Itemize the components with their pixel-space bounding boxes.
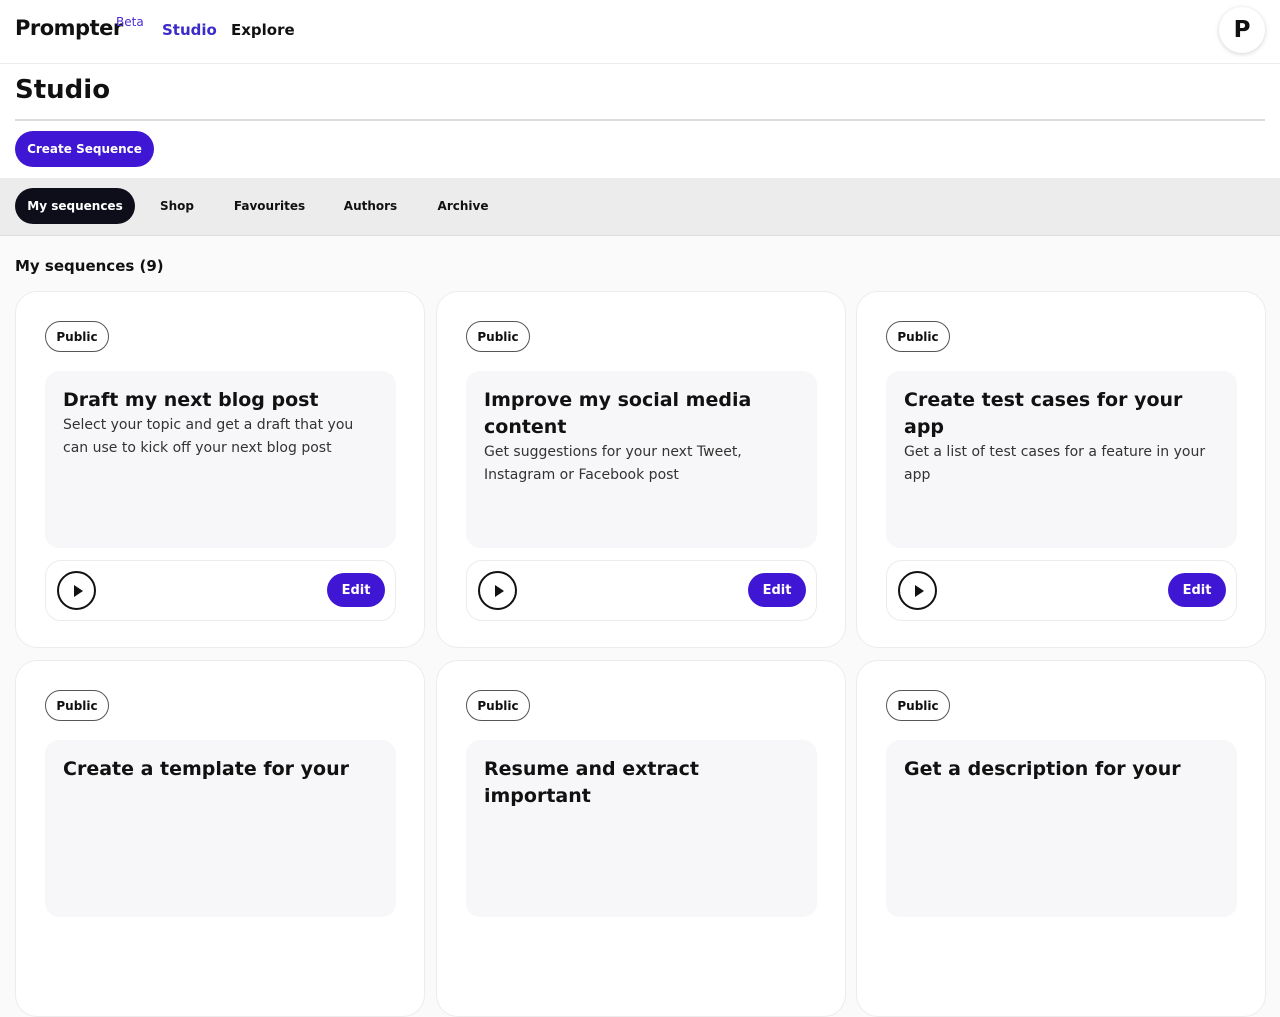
card-content: Improve my social media content Get sugg…: [466, 371, 817, 548]
card-title: Resume and extract important: [484, 758, 699, 807]
create-sequence-button[interactable]: Create Sequence: [15, 131, 154, 167]
visibility-badge: Public: [886, 690, 950, 721]
tab-favourites[interactable]: Favourites: [222, 188, 317, 224]
card-title: Create test cases for your app: [904, 389, 1183, 438]
card-actions: Edit: [886, 560, 1237, 621]
tab-shop[interactable]: Shop: [146, 188, 208, 224]
user-avatar[interactable]: P: [1219, 7, 1265, 53]
card-actions: Edit: [45, 560, 396, 621]
visibility-badge: Public: [466, 321, 530, 352]
edit-button[interactable]: Edit: [1168, 573, 1226, 607]
card-actions: Edit: [466, 560, 817, 621]
visibility-badge: Public: [45, 321, 109, 352]
card-content: Create a template for your: [45, 740, 396, 917]
sequence-card[interactable]: Public Improve my social media content G…: [436, 291, 846, 648]
play-icon: [494, 584, 504, 597]
card-description: Get suggestions for your next Tweet, Ins…: [484, 444, 742, 483]
card-title: Get a description for your: [904, 758, 1181, 780]
nav-explore-link[interactable]: Explore: [231, 21, 295, 39]
card-content: Get a description for your: [886, 740, 1237, 917]
card-description: Select your topic and get a draft that y…: [63, 417, 354, 456]
tab-archive[interactable]: Archive: [424, 188, 502, 224]
visibility-badge: Public: [45, 690, 109, 721]
page-header: Studio Create Sequence: [0, 64, 1280, 178]
tab-my-sequences[interactable]: My sequences: [15, 188, 135, 224]
title-divider: [15, 119, 1265, 121]
sequence-card[interactable]: Public Resume and extract important: [436, 660, 846, 1017]
edit-button[interactable]: Edit: [327, 573, 385, 607]
tab-bar: My sequences Shop Favourites Authors Arc…: [0, 178, 1280, 236]
play-button[interactable]: [57, 571, 96, 610]
play-icon: [73, 584, 83, 597]
play-button[interactable]: [478, 571, 517, 610]
sequence-card[interactable]: Public Draft my next blog post Select yo…: [15, 291, 425, 648]
page-title: Studio: [15, 75, 111, 105]
card-title: Draft my next blog post: [63, 389, 319, 411]
card-description: Get a list of test cases for a feature i…: [904, 444, 1206, 483]
card-title: Create a template for your: [63, 758, 349, 780]
tab-authors[interactable]: Authors: [330, 188, 411, 224]
play-icon: [914, 584, 924, 597]
visibility-badge: Public: [886, 321, 950, 352]
brand-logo[interactable]: Prompter: [15, 16, 123, 40]
visibility-badge: Public: [466, 690, 530, 721]
top-navbar: Prompter Beta Studio Explore P: [0, 0, 1280, 64]
section-heading: My sequences (9): [15, 257, 164, 275]
card-content: Resume and extract important: [466, 740, 817, 917]
sequence-card[interactable]: Public Create a template for your: [15, 660, 425, 1017]
play-button[interactable]: [898, 571, 937, 610]
edit-button[interactable]: Edit: [748, 573, 806, 607]
nav-studio-link[interactable]: Studio: [162, 21, 217, 39]
card-content: Draft my next blog post Select your topi…: [45, 371, 396, 548]
sequence-card[interactable]: Public Create test cases for your app Ge…: [856, 291, 1266, 648]
sequence-card[interactable]: Public Get a description for your: [856, 660, 1266, 1017]
beta-badge: Beta: [116, 15, 144, 29]
card-content: Create test cases for your app Get a lis…: [886, 371, 1237, 548]
card-title: Improve my social media content: [484, 389, 752, 438]
